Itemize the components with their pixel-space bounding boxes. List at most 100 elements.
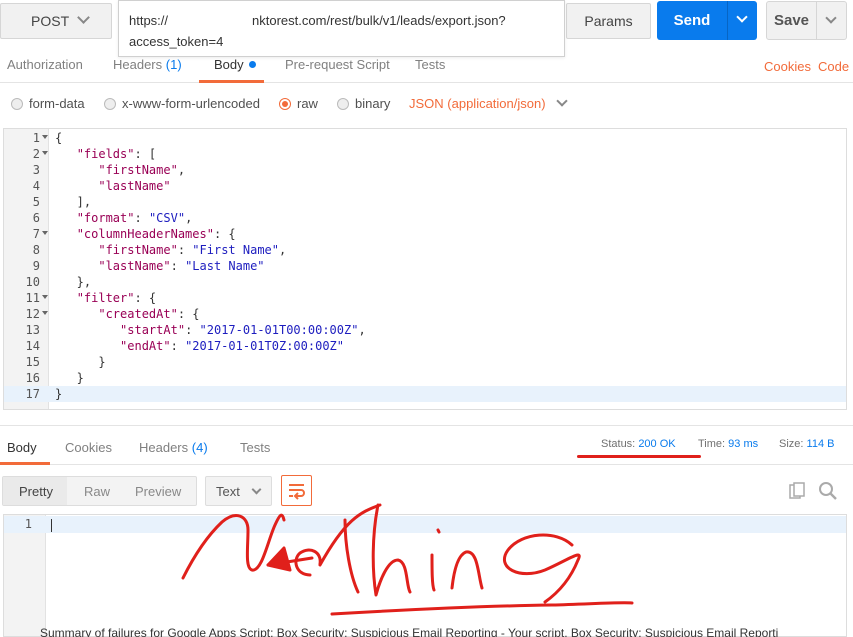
line-number: 10 [25,275,40,289]
response-tab-headers-label: Headers [139,440,189,455]
tab-headers-label: Headers [113,57,163,72]
line-number: 11 [25,291,40,305]
line-number: 1 [32,131,40,145]
fold-arrow-icon[interactable] [42,151,48,155]
url-path: nktorest.com/rest/bulk/v1/leads/export.j… [252,13,506,28]
code-text: "format": "CSV", [76,211,193,225]
line-number: 6 [32,211,40,225]
radio-circle-icon [104,97,116,110]
fold-arrow-icon[interactable] [42,311,48,315]
code-line: 3 "firstName", [4,162,846,178]
request-body-editor[interactable]: 1{2 "fields": [3 "firstName", 4 "lastName… [3,128,847,410]
annotation-underline [577,455,701,458]
response-tab-cookies[interactable]: Cookies [65,440,112,455]
wrap-lines-button[interactable] [281,475,312,506]
line-number: 14 [25,339,40,353]
send-label: Send [673,12,711,29]
search-icon[interactable] [818,481,838,501]
request-bar: POST https:// nktorest.com/rest/bulk/v1/l… [0,0,853,57]
code-line: 11 "filter": { [4,290,846,306]
code-text: "filter": { [76,291,157,305]
time-value: 93 ms [728,438,759,450]
method-label: POST [31,13,70,29]
url-input[interactable]: https:// nktorest.com/rest/bulk/v1/leads/… [118,0,565,57]
send-dropdown-button[interactable] [727,1,757,40]
status-value: 200 OK [638,438,676,450]
code-line: 6 "format": "CSV", [4,210,846,226]
fold-arrow-icon[interactable] [42,295,48,299]
line-number: 8 [32,243,40,257]
code-text: ], [55,195,92,209]
format-dropdown[interactable]: Text [205,476,272,506]
line-number: 5 [32,195,40,209]
code-text: "createdAt": { [98,307,200,321]
response-tab-tests[interactable]: Tests [240,440,270,455]
code-text: "firstName", [98,163,186,177]
radio-form-data[interactable]: form-data [11,96,85,111]
response-toolbar: Pretty Raw Preview Text [0,466,853,512]
response-tab-body[interactable]: Body [7,440,37,455]
response-body-editor[interactable]: 1 [3,514,847,637]
view-mode-segmented-control: Pretty Raw Preview [2,476,197,506]
code-line: 10 }, [4,274,846,290]
chevron-down-icon [555,94,568,107]
status-readout: Status: 200 OK [601,438,676,450]
code-line: 16 } [4,370,846,386]
radio-raw[interactable]: raw [279,96,318,111]
tab-body[interactable]: Body [214,57,256,72]
code-text: "lastName": "Last Name" [98,259,265,273]
content-type-label: JSON (application/json) [409,96,546,111]
radio-binary[interactable]: binary [337,96,390,111]
time-readout: Time: 93 ms [698,438,758,450]
response-tab-headers-count: (4) [191,440,208,455]
code-text: "columnHeaderNames": { [76,227,236,241]
line-number: 7 [32,227,40,241]
active-response-tab-indicator [0,462,50,465]
tab-tests[interactable]: Tests [415,57,445,72]
line-number: 16 [25,371,40,385]
radio-circle-icon [279,97,291,110]
tab-headers[interactable]: Headers (1) [113,57,182,72]
code-line: 17} [4,386,846,402]
tab-body-label: Body [214,57,244,72]
view-raw-button[interactable]: Raw [67,477,123,505]
response-line: 1 [4,516,846,533]
code-line: 1{ [4,130,846,146]
radio-label: x-www-form-urlencoded [122,96,260,111]
line-number: 3 [32,163,40,177]
line-number: 9 [32,259,40,273]
line-number: 15 [25,355,40,369]
view-pretty-button[interactable]: Pretty [3,477,67,505]
code-text: "lastName" [98,179,171,193]
fold-arrow-icon[interactable] [42,231,48,235]
code-line: 7 "columnHeaderNames": { [4,226,846,242]
code-line: 12 "createdAt": { [4,306,846,322]
line-number: 13 [25,323,40,337]
text-caret [51,519,52,532]
modified-dot-icon [248,61,256,69]
view-preview-button[interactable]: Preview [123,477,196,505]
radio-urlencoded[interactable]: x-www-form-urlencoded [104,96,260,111]
method-select[interactable]: POST [0,3,112,39]
url-query: access_token=4 [129,34,224,49]
line-number: 17 [25,387,40,401]
fold-arrow-icon[interactable] [42,135,48,139]
params-button[interactable]: Params [566,3,651,39]
copy-icon[interactable] [789,482,807,500]
content-type-dropdown[interactable]: JSON (application/json) [409,94,568,111]
send-button[interactable]: Send [657,1,727,40]
save-dropdown-button[interactable] [817,1,847,40]
response-tab-headers[interactable]: Headers (4) [139,440,208,455]
tab-authorization[interactable]: Authorization [7,57,83,72]
tab-prerequest-script[interactable]: Pre-request Script [285,57,390,72]
radio-label: form-data [29,96,85,111]
url-redaction [168,13,253,25]
code-link[interactable]: Code [818,59,849,74]
code-line: 4 "lastName" [4,178,846,194]
cookies-link[interactable]: Cookies [764,59,811,74]
radio-label: raw [297,96,318,111]
time-label: Time: [698,438,726,450]
save-button[interactable]: Save [766,1,817,40]
radio-circle-icon [11,97,23,110]
code-line: 9 "lastName": "Last Name" [4,258,846,274]
